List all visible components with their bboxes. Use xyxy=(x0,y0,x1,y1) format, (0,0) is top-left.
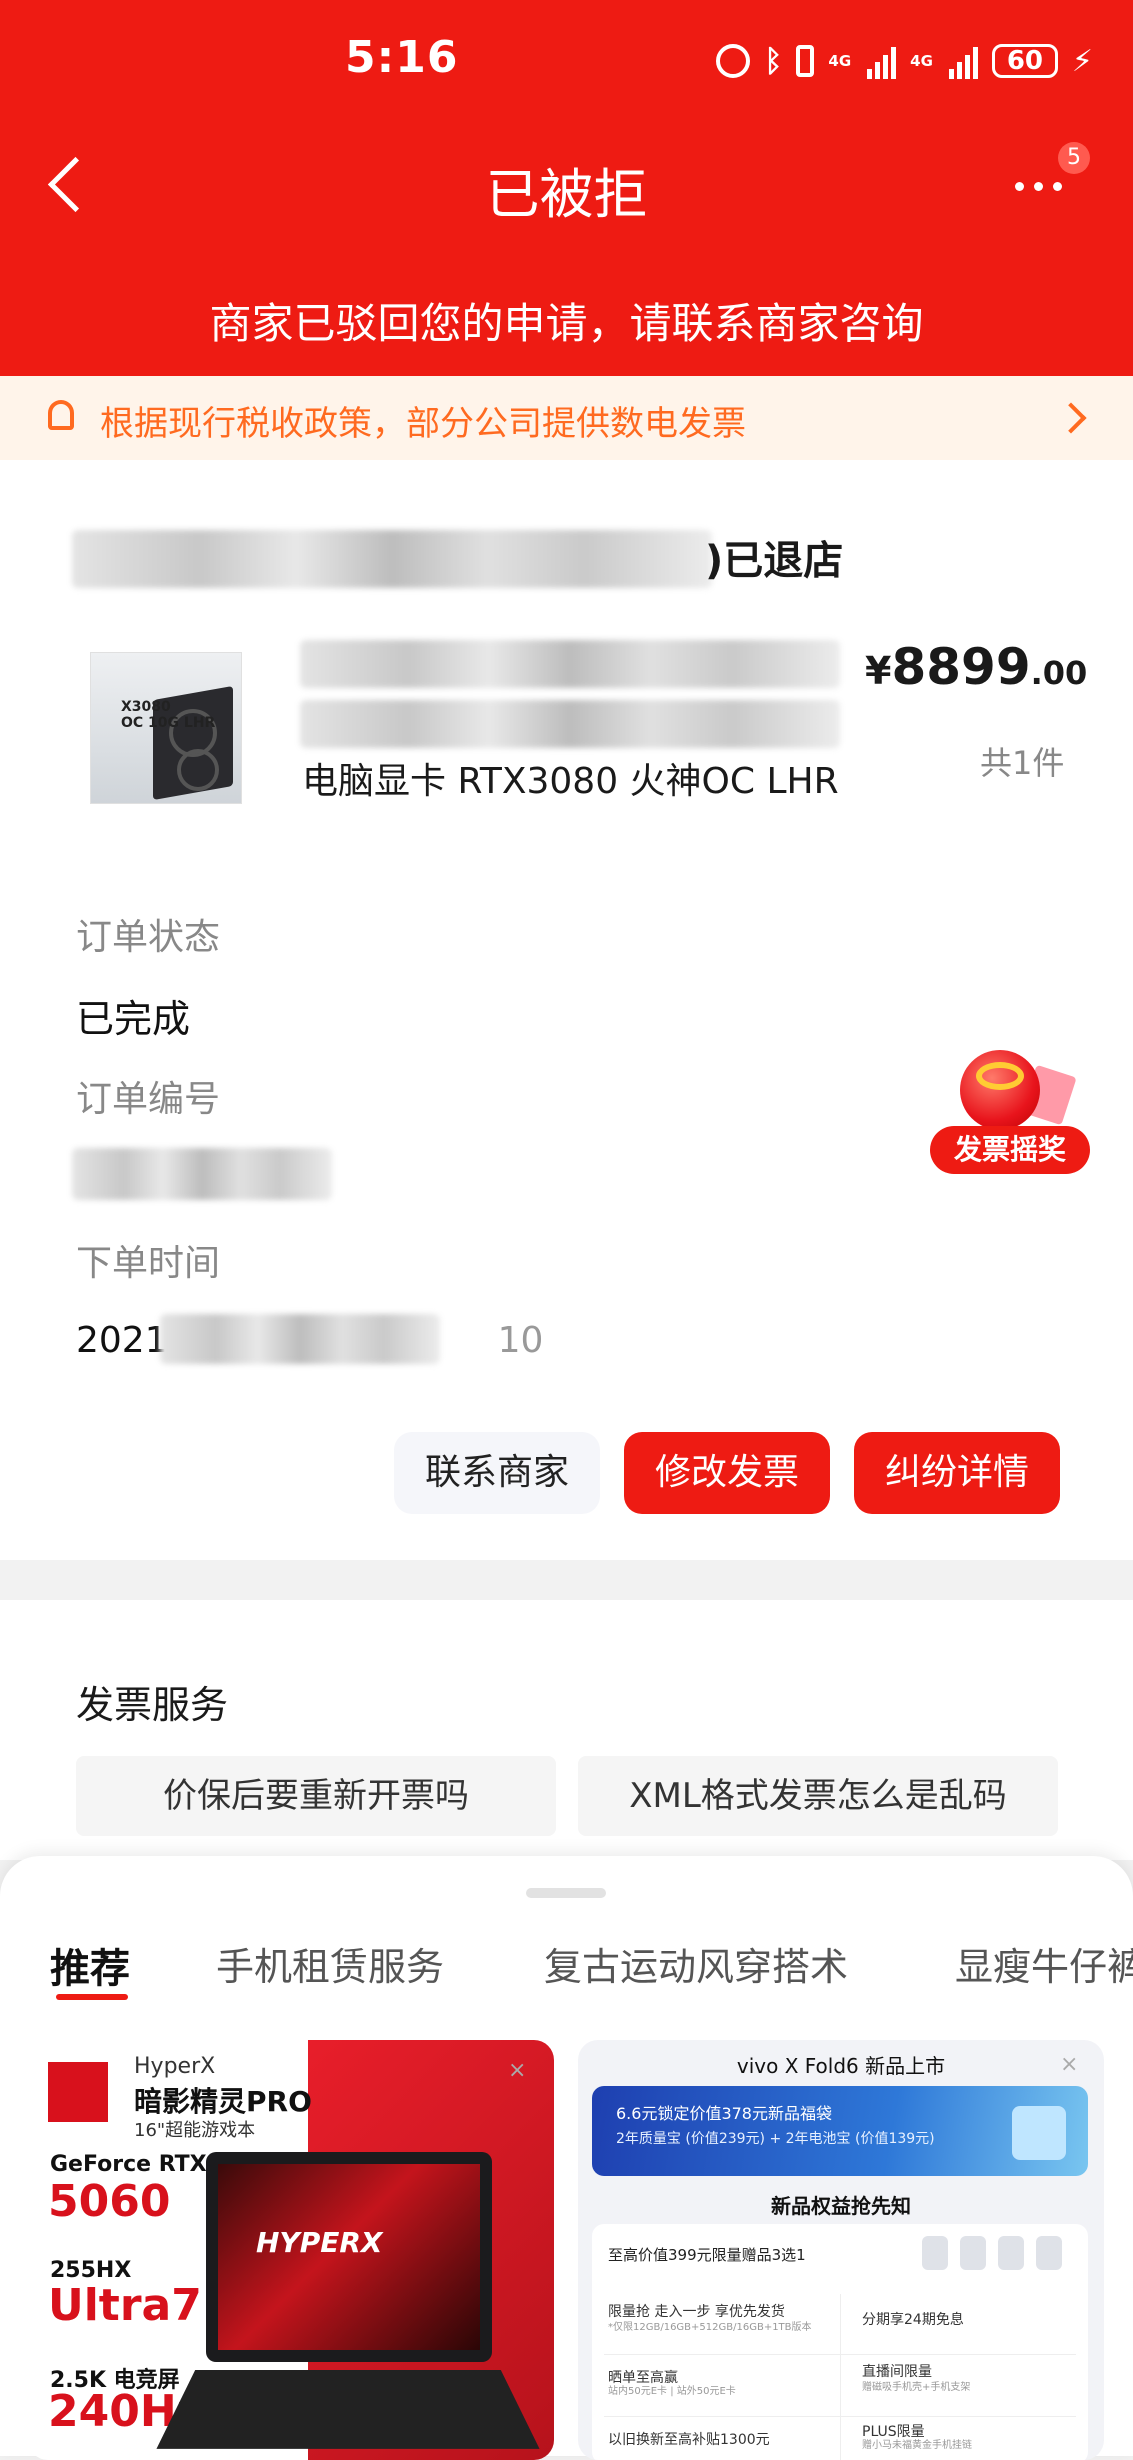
sheet-drag-handle[interactable] xyxy=(526,1888,606,1898)
gift-ribbon xyxy=(976,1062,1024,1090)
spec-cpu-value: Ultra7 xyxy=(48,2280,202,2331)
laptop-ad-card[interactable]: HyperX 暗影精灵PRO 16"超能游戏本 GeForce RTX 5060… xyxy=(28,2040,554,2460)
shop-closed-label[interactable]: )已退店 xyxy=(705,528,843,586)
product-name-redacted xyxy=(300,700,840,748)
banner-headline: 6.6元锁定价值378元新品福袋 xyxy=(616,2104,832,2123)
message-count-badge: 5 xyxy=(1058,142,1090,174)
order-number-label: 订单编号 xyxy=(76,1079,221,1120)
benefit-plus: PLUS限量 xyxy=(862,2424,925,2440)
charging-icon: ⚡ xyxy=(1071,43,1093,79)
benefit-gift: 至高价值399元限量赠品3选1 xyxy=(608,2246,806,2264)
ad-brand: HyperX xyxy=(134,2054,216,2079)
dispute-details-button[interactable]: 纠纷详情 xyxy=(854,1432,1060,1514)
image-model-text: X3080 OC 10G LHR xyxy=(121,699,216,731)
benefit-note: 赠小马未福黄金手机挂链 xyxy=(862,2440,972,2451)
product-name-redacted xyxy=(300,640,840,688)
benefit-review: 晒单至高赢 xyxy=(608,2370,678,2386)
signal-icon xyxy=(867,43,897,79)
bluetooth-icon: ᛒ xyxy=(764,43,783,79)
benefits-heading: 新品权益抢先知 xyxy=(771,2194,911,2218)
spec-gpu-value: 5060 xyxy=(48,2176,171,2227)
close-icon[interactable]: × xyxy=(508,2058,526,2083)
laptop-image: HYPERX xyxy=(206,2152,492,2362)
phone-ad-card[interactable]: vivo X Fold6 新品上市 × 6.6元锁定价值378元新品福袋 2年质… xyxy=(578,2040,1104,2460)
tab-recommend[interactable]: 推荐 xyxy=(50,1936,130,1994)
tab-retro-sport-style[interactable]: 复古运动风穿搭术 xyxy=(544,1936,848,1991)
battery-icon: 60 xyxy=(991,44,1058,78)
contact-merchant-button[interactable]: 联系商家 xyxy=(394,1432,600,1514)
order-time-year: 2021 xyxy=(76,1320,168,1361)
benefit-priority-shipping: 限量抢 走入一步 享优先发货 xyxy=(608,2304,785,2320)
order-status-value: 已完成 xyxy=(76,997,191,1041)
invoice-service-title: 发票服务 xyxy=(76,1683,229,1727)
alarm-icon xyxy=(716,44,751,78)
benefit-note: *仅限12GB/16GB+512GB/16GB+1TB版本 xyxy=(608,2322,812,2333)
product-price: ¥8899.00 xyxy=(865,638,1087,696)
gpu-fan xyxy=(177,749,219,791)
benefit-trade-in: 以旧换新至高补贴1300元 xyxy=(608,2432,770,2448)
divider xyxy=(840,2294,841,2460)
laptop-logo-text: HYPERX xyxy=(256,2226,383,2259)
product-image[interactable]: X3080 OC 10G LHR xyxy=(90,652,242,804)
modify-invoice-button[interactable]: 修改发票 xyxy=(624,1432,830,1514)
network-type: 4G xyxy=(828,52,852,70)
active-tab-indicator xyxy=(56,1994,128,2000)
divider xyxy=(604,2416,1076,2417)
notice-text: 根据现行税收政策，部分公司提供数电发票 xyxy=(100,404,746,444)
bell-icon xyxy=(48,400,74,430)
faq-chip[interactable]: 价保后要重新开票吗 xyxy=(76,1756,556,1836)
order-time-redacted xyxy=(160,1314,440,1364)
price-currency: ¥ xyxy=(865,649,892,693)
order-status-label: 订单状态 xyxy=(76,917,221,958)
more-icon[interactable] xyxy=(1015,182,1062,191)
order-time-tail: 10 xyxy=(497,1320,544,1361)
laptop-keyboard xyxy=(156,2369,540,2449)
vibrate-icon xyxy=(796,45,815,77)
benefit-note: 站内50元E卡 | 站外50元E卡 xyxy=(608,2386,736,2397)
ad-subtitle: 16"超能游戏本 xyxy=(134,2120,256,2141)
network-type-2: 4G xyxy=(910,52,933,70)
signal-icon-2 xyxy=(948,43,978,79)
product-name[interactable]: 电脑显卡 RTX3080 火神OC LHR xyxy=(302,752,839,804)
promo-banner: 6.6元锁定价值378元新品福袋 2年质量宝 (价值239元) + 2年电池宝 … xyxy=(592,2086,1088,2176)
reject-message: 商家已驳回您的申请，请联系商家咨询 xyxy=(209,299,924,348)
tab-slim-jeans[interactable]: 显瘦牛仔裤 xyxy=(955,1936,1133,1991)
lottery-label: 发票摇奖 xyxy=(930,1126,1090,1174)
hyperx-logo xyxy=(48,2062,108,2122)
gift-box-icon xyxy=(1012,2106,1066,2160)
shop-name-redacted xyxy=(72,530,712,588)
divider xyxy=(604,2354,1076,2355)
spec-gpu-label: GeForce RTX xyxy=(50,2152,207,2177)
benefit-note: 赠磁吸手机壳+手机支架 xyxy=(862,2382,971,2393)
benefits-panel: 至高价值399元限量赠品3选1 限量抢 走入一步 享优先发货 *仅限12GB/1… xyxy=(592,2224,1088,2460)
invoice-lottery-widget[interactable]: 发票摇奖 xyxy=(930,1050,1090,1180)
item-quantity: 共1件 xyxy=(980,744,1065,782)
benefit-installment: 分期享24期免息 xyxy=(862,2312,964,2328)
status-icons: ᛒ 4G 4G 60 ⚡ xyxy=(716,36,1093,86)
ad-title: vivo X Fold6 新品上市 xyxy=(736,2054,946,2078)
order-time-label: 下单时间 xyxy=(76,1243,221,1284)
banner-detail: 2年质量宝 (价值239元) + 2年电池宝 (价值139元) xyxy=(616,2131,935,2147)
benefit-live: 直播间限量 xyxy=(862,2364,932,2380)
faq-chip[interactable]: XML格式发票怎么是乱码 xyxy=(578,1756,1058,1836)
price-integer: 8899 xyxy=(891,638,1031,696)
gift-items-icons xyxy=(922,2236,1072,2276)
page-title: 已被拒 xyxy=(485,163,648,226)
status-time: 5:16 xyxy=(345,32,459,83)
order-number-redacted xyxy=(72,1148,332,1200)
ad-model: 暗影精灵PRO xyxy=(134,2085,312,2118)
price-decimal: .00 xyxy=(1030,654,1088,692)
tab-phone-rental[interactable]: 手机租赁服务 xyxy=(216,1936,444,1991)
close-icon[interactable]: × xyxy=(1060,2052,1078,2077)
